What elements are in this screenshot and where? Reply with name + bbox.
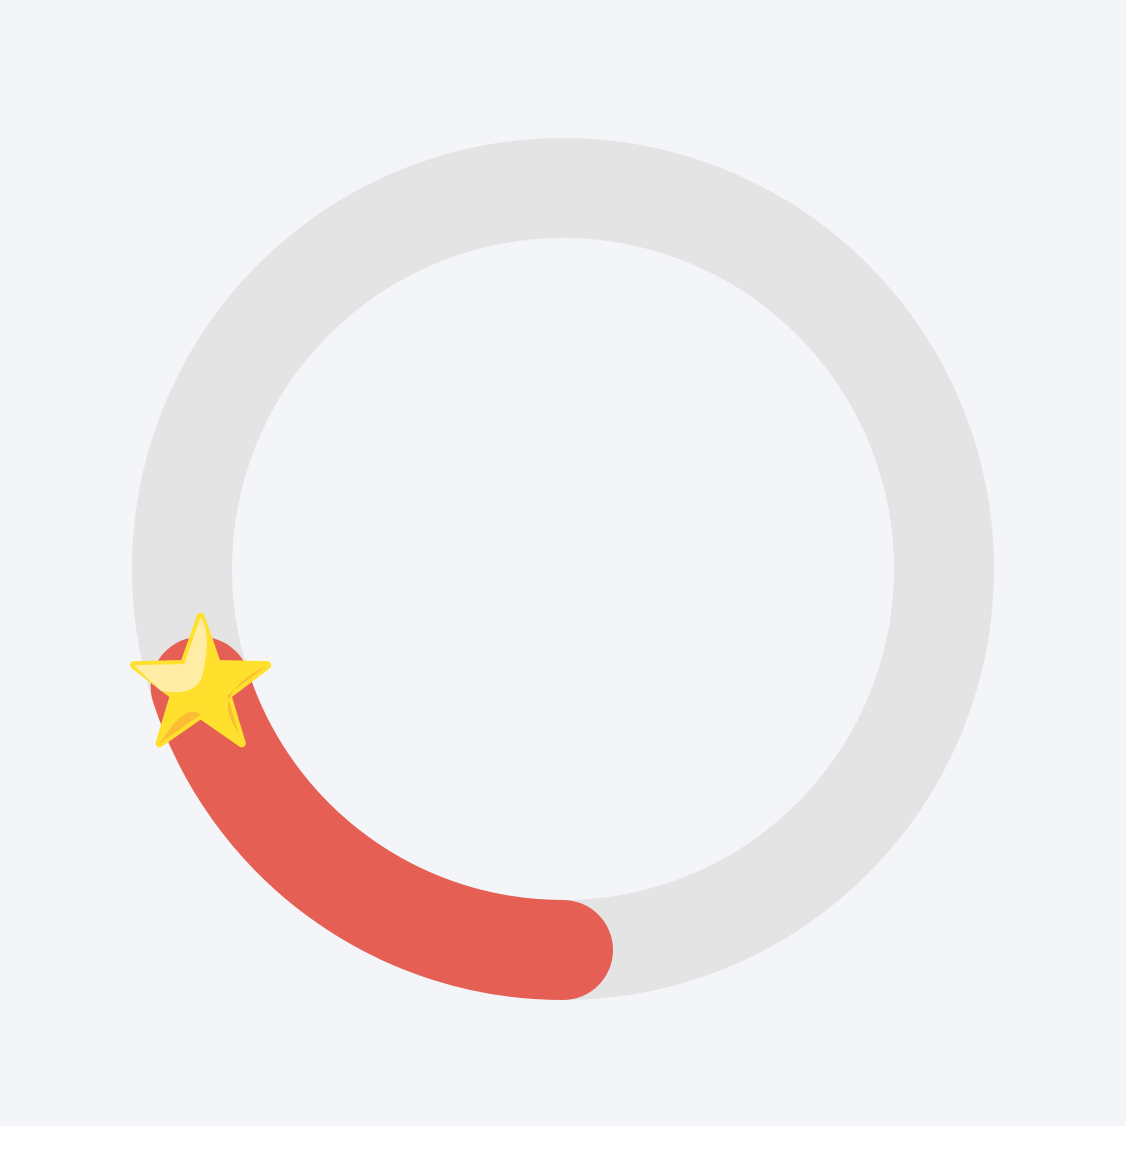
progress-ring — [130, 138, 994, 1000]
progress-panel — [0, 0, 1126, 1126]
progress-ring-fill — [150, 636, 613, 1000]
